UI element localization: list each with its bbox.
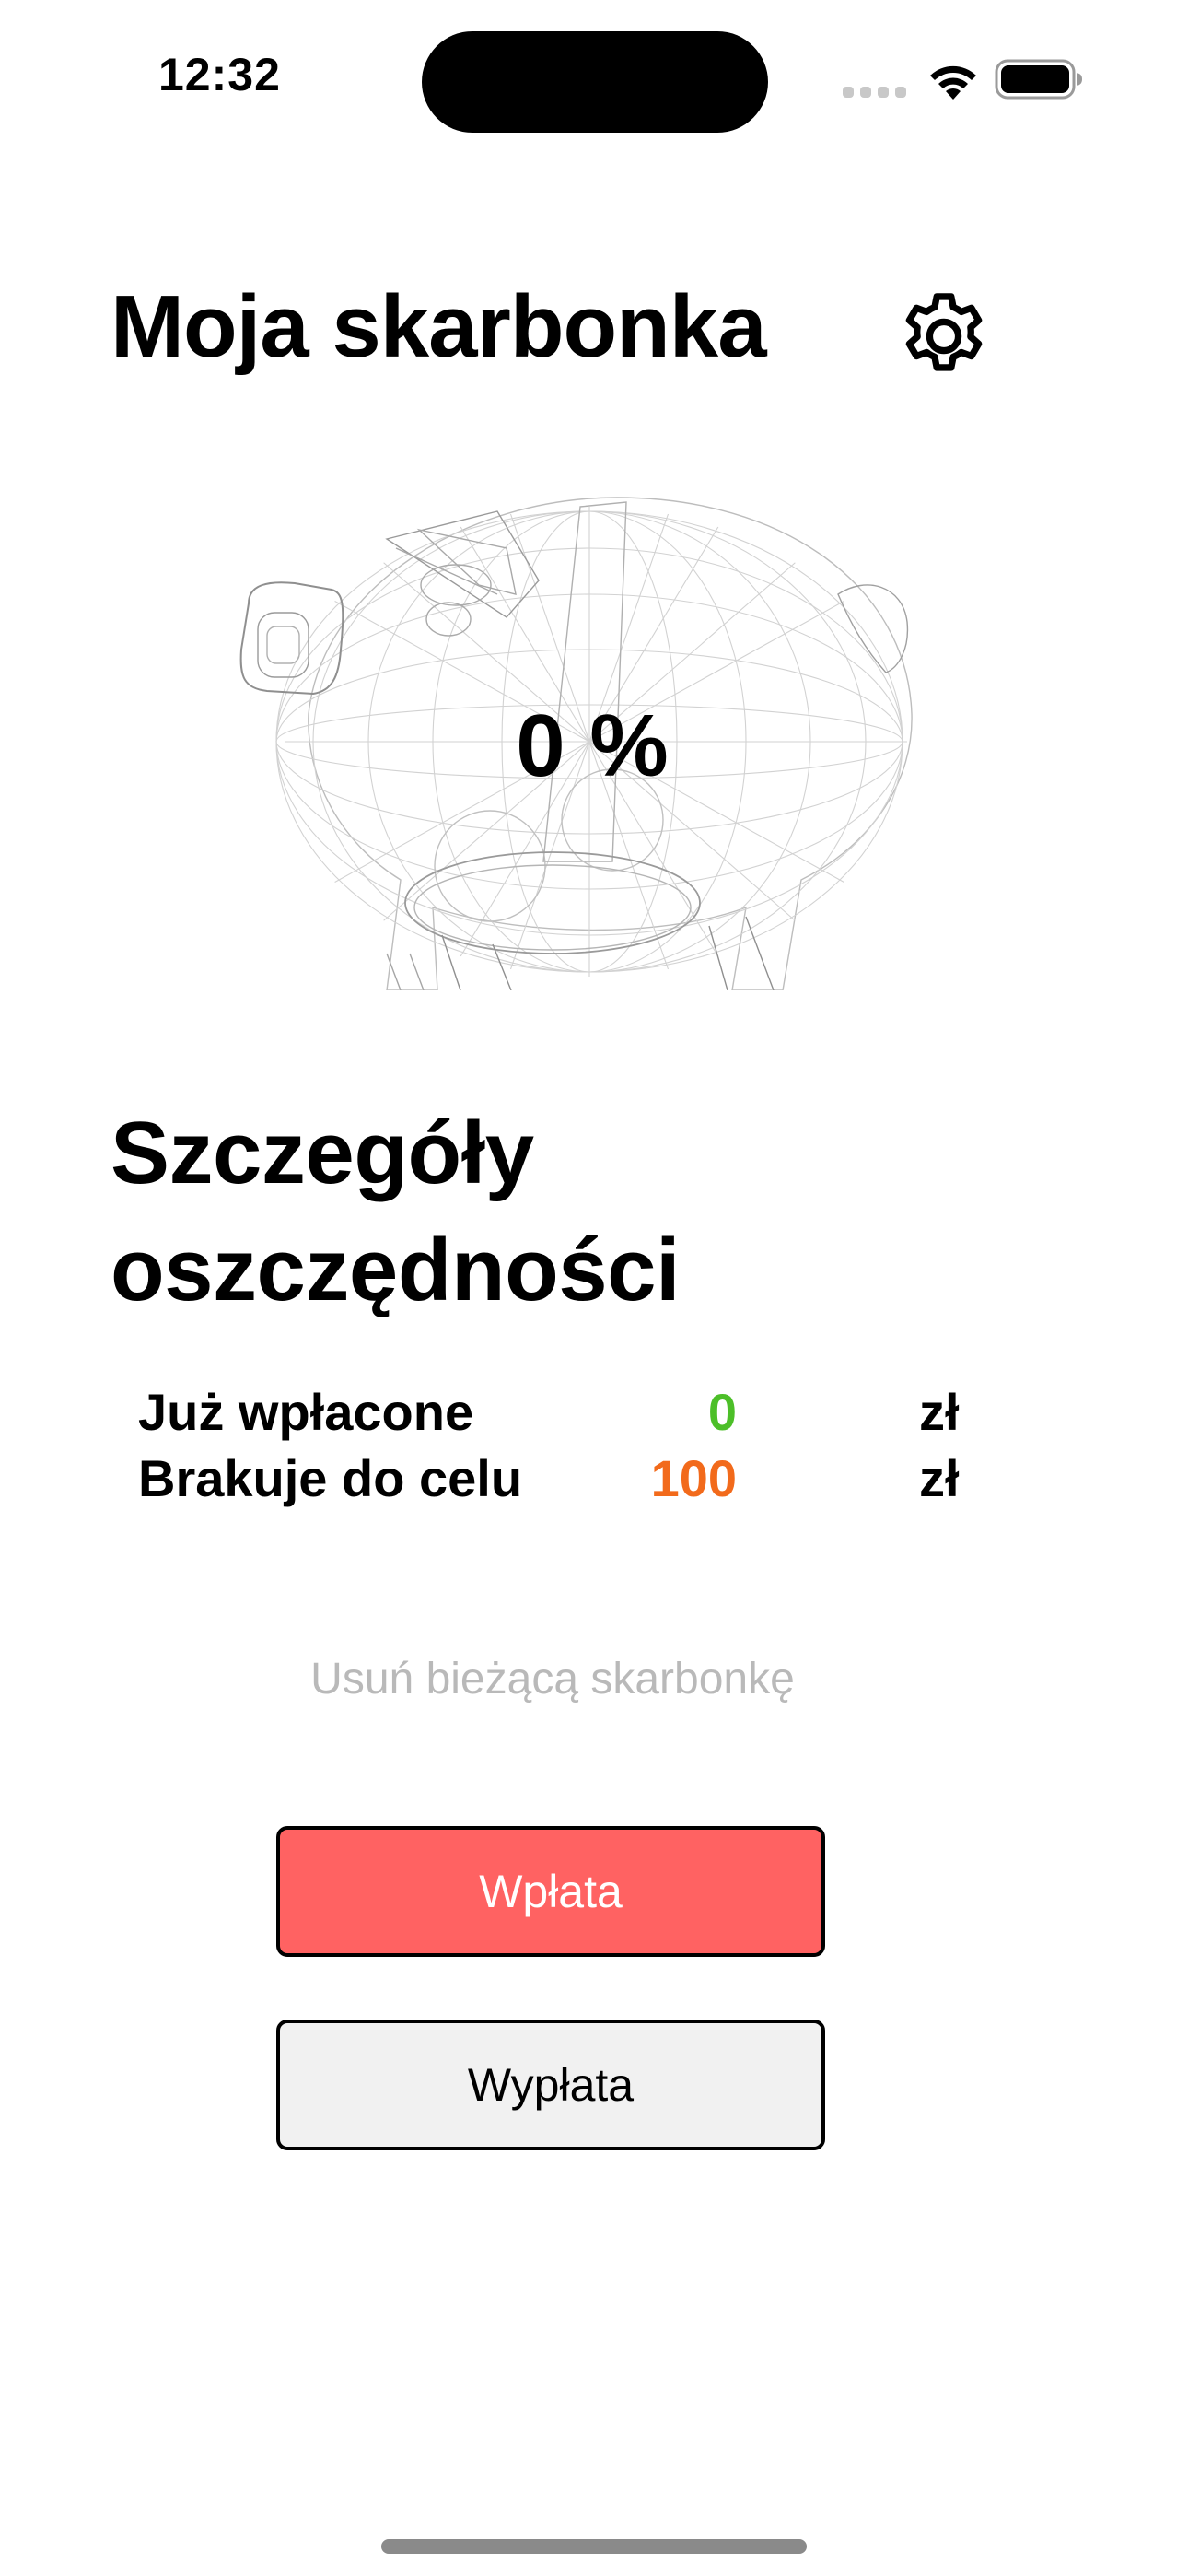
paid-amount: 0 [707, 1383, 737, 1441]
progress-percent-text: 0 % [516, 697, 669, 795]
gear-icon [905, 293, 983, 371]
settings-button[interactable] [893, 286, 995, 387]
paid-currency: zł [919, 1383, 960, 1441]
deposit-button[interactable]: Wpłata [276, 1826, 825, 1957]
dynamic-island [422, 31, 768, 133]
paid-label: Już wpłacone [138, 1383, 474, 1441]
missing-label: Brakuje do celu [138, 1449, 523, 1507]
progress-percent: 0 % [0, 696, 1188, 797]
status-time: 12:32 [158, 49, 281, 100]
cellular-signal-icon [843, 87, 906, 98]
detail-row-paid: Już wpłacone 0 zł [138, 1382, 985, 1446]
withdraw-button[interactable]: Wypłata [276, 2020, 825, 2150]
status-icons [843, 55, 1087, 101]
missing-currency: zł [919, 1449, 960, 1507]
wifi-icon [930, 65, 976, 100]
delete-piggybank-link[interactable]: Usuń bieżącą skarbonkę [0, 1654, 1105, 1704]
missing-amount: 100 [650, 1449, 737, 1507]
page-title: Moja skarbonka [111, 277, 767, 376]
battery-icon [995, 59, 1082, 100]
detail-row-missing: Brakuje do celu 100 zł [138, 1448, 985, 1513]
details-section-title: Szczegóły oszczędności [111, 1104, 681, 1319]
home-indicator[interactable] [381, 2539, 807, 2554]
